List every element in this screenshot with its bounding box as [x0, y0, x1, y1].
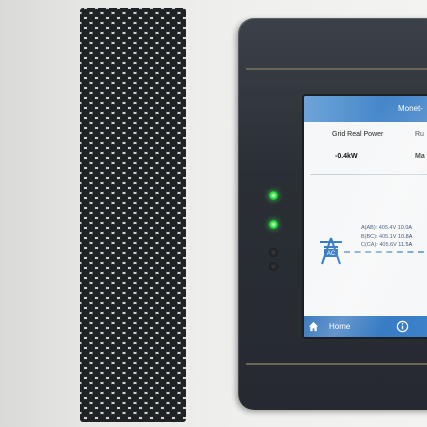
status-led-4: [269, 262, 278, 271]
status-led-2: [269, 220, 278, 229]
ac-flow-line: [344, 251, 424, 253]
section-divider: [310, 174, 427, 175]
bottom-nav-bar: Home: [304, 316, 427, 337]
ac-tower-icon[interactable]: AC: [316, 236, 346, 266]
screen-title: Monet-: [398, 104, 423, 113]
home-label: Home: [329, 322, 351, 331]
grid-power-label: Grid Real Power: [332, 131, 384, 138]
running-value: Ma: [415, 153, 425, 160]
screen-header: Monet-: [304, 96, 427, 122]
ac-icon-label: AC: [327, 251, 336, 257]
home-button[interactable]: Home: [308, 319, 368, 334]
ventilation-grille: [80, 8, 186, 422]
panel-trim-top: [246, 68, 427, 70]
status-led-3: [269, 248, 278, 257]
panel-trim-bottom: [246, 363, 427, 365]
phase-b-reading: B(BC): 405.1V 10.8A: [361, 234, 413, 240]
running-label: Ru: [415, 131, 424, 138]
info-icon[interactable]: [396, 320, 409, 333]
phase-c-reading: C(CA): 405.6V 11.5A: [361, 242, 413, 248]
status-led-1: [269, 191, 278, 200]
home-icon: [308, 321, 319, 332]
touch-screen[interactable]: Monet- Grid Real Power Ru -0.4kW Ma AC A…: [304, 96, 427, 337]
grid-power-value: -0.4kW: [335, 153, 358, 160]
phase-a-reading: A(AB): 405.4V 10.0A: [361, 225, 413, 231]
